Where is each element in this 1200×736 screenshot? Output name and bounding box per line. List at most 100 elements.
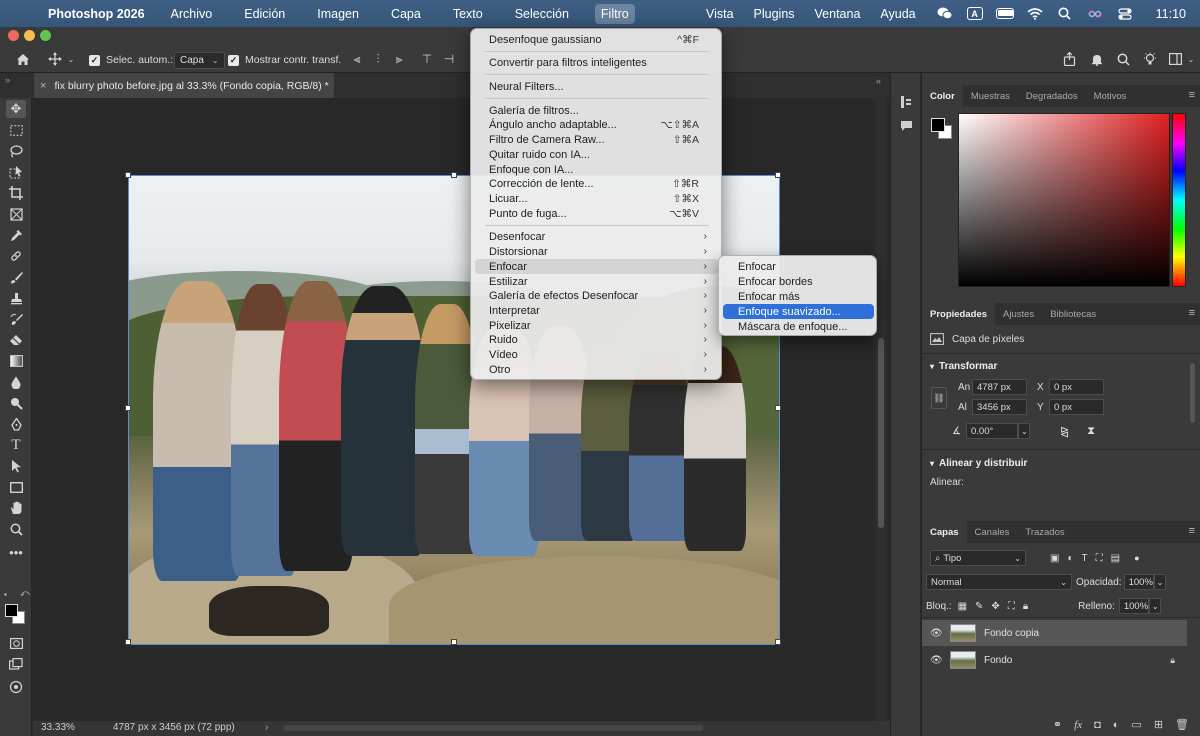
- canvas-horizontal-scrollbar[interactable]: [283, 725, 703, 731]
- show-transform-checkbox[interactable]: ✓: [228, 54, 239, 66]
- flip-horizontal-icon[interactable]: ⧎: [1060, 425, 1069, 438]
- menu-item-angulo-ancho[interactable]: Ángulo ancho adaptable... ⌥⇧⌘A: [475, 117, 719, 132]
- quick-mask-icon[interactable]: [6, 634, 26, 652]
- align-section-header[interactable]: ▾ Alinear y distribuir: [930, 458, 1027, 469]
- chevron-down-icon[interactable]: ⌄: [1148, 598, 1161, 614]
- tab-motivos[interactable]: Motivos: [1086, 85, 1135, 107]
- window-zoom-button[interactable]: [40, 30, 51, 41]
- move-tool-icon[interactable]: [48, 52, 62, 66]
- history-brush-tool-icon[interactable]: [6, 310, 26, 328]
- clone-stamp-tool-icon[interactable]: [6, 289, 26, 307]
- menu-item-enfocar[interactable]: Enfocar ›: [475, 259, 719, 274]
- layer-style-fx-icon[interactable]: fx: [1074, 719, 1082, 731]
- menu-imagen[interactable]: Imagen: [311, 4, 365, 24]
- tab-muestras[interactable]: Muestras: [963, 85, 1018, 107]
- history-panel-icon[interactable]: [898, 95, 914, 109]
- menu-vista[interactable]: Vista: [706, 7, 734, 21]
- input-source-icon[interactable]: A: [966, 7, 984, 21]
- menu-seleccion[interactable]: Selección: [509, 4, 575, 24]
- panel-menu-icon[interactable]: ≡: [1189, 307, 1195, 319]
- filter-toggle-icon[interactable]: ●: [1134, 553, 1139, 563]
- menu-item-interpretar[interactable]: Interpretar ›: [475, 303, 719, 318]
- lock-transparent-icon[interactable]: ▦: [958, 601, 967, 612]
- filter-type-icon[interactable]: T: [1082, 553, 1088, 564]
- window-minimize-button[interactable]: [24, 30, 35, 41]
- menu-item-neural-filters[interactable]: Neural Filters...: [475, 79, 719, 94]
- clock[interactable]: 11:10: [1156, 7, 1186, 21]
- menu-item-camera-raw[interactable]: Filtro de Camera Raw... ⇧⌘A: [475, 132, 719, 147]
- new-adjustment-layer-icon[interactable]: ◐: [1113, 719, 1120, 731]
- transform-handle[interactable]: [451, 172, 457, 178]
- menu-edicion[interactable]: Edición: [238, 4, 291, 24]
- frame-tool-icon[interactable]: [6, 205, 26, 223]
- menu-item-otro[interactable]: Otro ›: [475, 362, 719, 377]
- more-tools-icon[interactable]: •••: [6, 543, 26, 561]
- lock-artboard-icon[interactable]: ⛶: [1008, 601, 1015, 612]
- new-layer-icon[interactable]: ⊞: [1154, 718, 1163, 731]
- crop-tool-icon[interactable]: [6, 184, 26, 202]
- status-menu-chevron-icon[interactable]: ›: [265, 722, 268, 733]
- y-input[interactable]: 0 px: [1049, 399, 1104, 415]
- menu-item-enfoque-ia[interactable]: Enfoque con IA...: [475, 162, 719, 177]
- foreground-color-swatch[interactable]: [5, 604, 18, 617]
- lock-image-icon[interactable]: ✎: [975, 601, 983, 612]
- menu-ventana[interactable]: Ventana: [815, 7, 861, 21]
- transform-handle[interactable]: [125, 172, 131, 178]
- layer-name[interactable]: Fondo copia: [984, 628, 1039, 639]
- comments-panel-icon[interactable]: [898, 119, 914, 133]
- transform-handle[interactable]: [451, 639, 457, 645]
- auto-select-option[interactable]: ✓ Selec. autom.:: [89, 50, 173, 70]
- filter-pixel-icon[interactable]: ▣: [1050, 553, 1059, 564]
- collapse-toolbar-icon[interactable]: »: [5, 75, 10, 85]
- menu-item-ruido[interactable]: Ruido ›: [475, 332, 719, 347]
- flip-vertical-icon[interactable]: ⧗: [1087, 425, 1095, 438]
- menu-item-distorsionar[interactable]: Distorsionar ›: [475, 244, 719, 259]
- chevron-down-icon[interactable]: ⌄: [1184, 52, 1198, 66]
- brush-tool-icon[interactable]: [6, 268, 26, 286]
- discover-lightbulb-icon[interactable]: [1143, 52, 1157, 66]
- panel-menu-icon[interactable]: ≡: [1189, 89, 1195, 101]
- menu-filtro[interactable]: Filtro: [594, 3, 635, 24]
- path-selection-tool-icon[interactable]: [6, 457, 26, 475]
- menu-plugins[interactable]: Plugins: [754, 7, 795, 21]
- menu-item-video[interactable]: Vídeo ›: [475, 347, 719, 362]
- canvas-area[interactable]: [33, 98, 873, 721]
- menu-item-desenfoque-gaussiano[interactable]: Desenfoque gaussiano ^⌘F: [475, 32, 719, 47]
- new-group-icon[interactable]: ▭: [1131, 718, 1141, 731]
- menu-texto[interactable]: Texto: [447, 4, 489, 24]
- add-mask-icon[interactable]: ◘: [1094, 719, 1101, 731]
- object-selection-tool-icon[interactable]: [6, 163, 26, 181]
- submenu-item-enfocar-bordes[interactable]: Enfocar bordes: [723, 274, 874, 289]
- eyedropper-tool-icon[interactable]: [6, 226, 26, 244]
- app-menu[interactable]: Photoshop 2026: [48, 7, 145, 21]
- canvas-vertical-scrollbar[interactable]: [876, 98, 886, 721]
- rectangle-tool-icon[interactable]: [6, 478, 26, 496]
- healing-brush-tool-icon[interactable]: [6, 247, 26, 265]
- align-top-icon[interactable]: ⊤: [420, 52, 434, 66]
- menu-item-galeria-filtros[interactable]: Galería de filtros...: [475, 103, 719, 118]
- tab-ajustes[interactable]: Ajustes: [995, 303, 1042, 325]
- color-field[interactable]: [958, 113, 1170, 287]
- height-input[interactable]: 3456 px: [972, 399, 1027, 415]
- align-middle-icon[interactable]: ⊣: [442, 52, 456, 66]
- move-tool-icon[interactable]: ✥: [6, 100, 26, 118]
- layer-filter-dropdown[interactable]: ⌕ Tipo ⌄: [930, 550, 1026, 566]
- tab-bibliotecas[interactable]: Bibliotecas: [1042, 303, 1104, 325]
- blend-mode-dropdown[interactable]: Normal ⌄: [926, 574, 1072, 590]
- pen-tool-icon[interactable]: [6, 415, 26, 433]
- link-dimensions-icon[interactable]: ⛓: [931, 387, 947, 409]
- share-icon[interactable]: [1062, 52, 1076, 66]
- transform-section-header[interactable]: ▾ Transformar: [930, 361, 997, 372]
- menu-item-licuar[interactable]: Licuar... ⇧⌘X: [475, 191, 719, 206]
- menu-capa[interactable]: Capa: [385, 4, 427, 24]
- auto-select-checkbox[interactable]: ✓: [89, 54, 100, 66]
- chevron-down-icon[interactable]: ⌄: [64, 52, 78, 66]
- tab-propiedades[interactable]: Propiedades: [922, 303, 996, 325]
- opacity-input[interactable]: 100%: [1123, 574, 1154, 590]
- angle-input[interactable]: 0.00°: [966, 423, 1018, 439]
- control-center-icon[interactable]: [1116, 7, 1134, 21]
- panel-menu-icon[interactable]: ≡: [1189, 525, 1195, 537]
- transform-handle[interactable]: [125, 639, 131, 645]
- menu-item-correccion-lente[interactable]: Corrección de lente... ⇧⌘R: [475, 176, 719, 191]
- submenu-item-enfoque-suavizado[interactable]: Enfoque suavizado...: [723, 304, 874, 319]
